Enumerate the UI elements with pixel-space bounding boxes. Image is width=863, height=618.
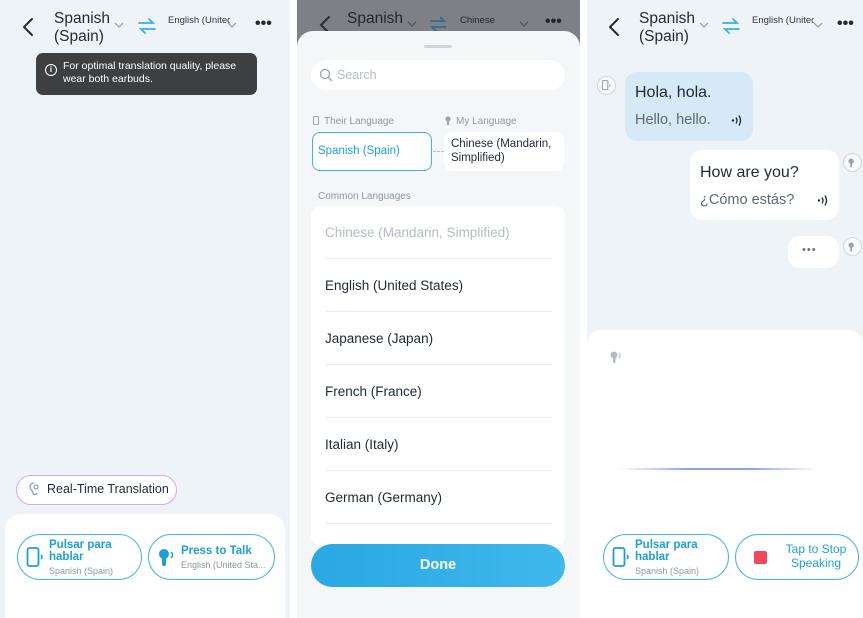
typing-dots: •••	[802, 244, 817, 256]
ptt-my-title: Press to Talk	[181, 545, 252, 557]
my-language-label: My Language	[445, 116, 517, 127]
chevron-down-icon[interactable]	[813, 21, 823, 29]
screen-initial: Spanish (Spain) English (United Stat... …	[0, 0, 290, 618]
search-icon	[319, 68, 333, 82]
my-language-selector[interactable]: English (United Stat...	[168, 15, 230, 26]
language-search-input[interactable]: Search	[311, 60, 565, 90]
phone-speaker-icon	[26, 547, 43, 567]
real-time-translation-button[interactable]: Real-Time Translation	[16, 475, 177, 505]
chevron-down-icon	[519, 21, 529, 27]
their-language-selector: Spanish	[347, 10, 404, 27]
common-languages-label: Common Languages	[318, 191, 411, 202]
more-options-icon[interactable]: •••	[837, 15, 854, 33]
press-to-talk-their-button[interactable]: Pulsar para hablar Spanish (Spain)	[17, 534, 142, 580]
typing-indicator-bubble: •••	[788, 236, 839, 268]
tap-to-stop-button[interactable]: Tap to Stop Speaking	[735, 534, 859, 580]
chevron-down-icon[interactable]	[699, 21, 709, 29]
play-audio-icon[interactable]	[816, 194, 829, 207]
ptt-their-title: Pulsar para hablar	[635, 539, 698, 563]
message-original: Hola, hola.	[635, 84, 712, 101]
toast-text: For optimal translation quality, please …	[63, 60, 237, 85]
chevron-down-icon[interactable]	[114, 21, 124, 29]
earbud-icon	[159, 549, 174, 566]
search-placeholder: Search	[337, 68, 377, 82]
my-language-selector: Chinese	[460, 15, 495, 26]
more-options-icon: •••	[545, 13, 562, 30]
earbud-listening-icon	[610, 351, 621, 363]
real-time-translation-label: Real-Time Translation	[47, 482, 169, 496]
screen-language-picker: Spanish Chinese ••• Search Their Languag…	[297, 0, 580, 618]
back-arrow-icon[interactable]	[604, 16, 626, 38]
tap-to-stop-label: Tap to Stop Speaking	[785, 542, 847, 570]
stop-icon	[754, 551, 767, 564]
chevron-down-icon[interactable]	[227, 21, 237, 29]
language-sheet: Search Their Language My Language Spanis…	[297, 31, 580, 618]
swap-languages-icon[interactable]	[136, 17, 158, 35]
play-audio-icon[interactable]	[730, 114, 743, 127]
ptt-my-language: English (United Sta...	[181, 560, 266, 570]
earbud-icon	[843, 153, 862, 172]
listening-panel: Pulsar para hablar Spanish (Spain) Tap t…	[587, 330, 863, 618]
their-language-label-text: Their Language	[324, 116, 395, 127]
more-options-icon[interactable]: •••	[255, 15, 272, 33]
phone-small-icon	[313, 116, 319, 125]
back-arrow-icon[interactable]	[18, 16, 40, 38]
bottom-controls: Pulsar para hablar Spanish (Spain) Press…	[5, 514, 285, 618]
their-language-selector[interactable]: Spanish (Spain)	[639, 10, 697, 46]
header: Spanish (Spain) English (United Stat... …	[0, 0, 290, 56]
ptt-their-language: Spanish (Spain)	[635, 566, 700, 576]
message-bubble-their: Hola, hola. Hello, hello.	[625, 72, 753, 141]
header: Spanish (Spain) English (United Stat... …	[587, 0, 863, 56]
their-language-option[interactable]: Spanish (Spain)	[312, 132, 432, 171]
audio-waveform	[619, 468, 819, 470]
chevron-down-icon	[407, 21, 417, 27]
phone-speaker-icon	[597, 76, 616, 95]
message-original: How are you?	[700, 164, 799, 181]
ptt-their-title: Pulsar para hablar	[49, 539, 112, 563]
their-language-label: Their Language	[313, 116, 394, 127]
my-language-label-text: My Language	[456, 116, 517, 127]
swap-languages-icon[interactable]	[720, 17, 742, 35]
language-item[interactable]: English (United States)	[325, 259, 552, 312]
message-bubble-mine: How are you? ¿Cómo estás?	[690, 150, 839, 220]
my-language-selector[interactable]: English (United Stat...	[752, 15, 814, 26]
message-translation: Hello, hello.	[635, 112, 711, 128]
info-icon: i	[45, 64, 57, 76]
language-link-arrow	[433, 151, 444, 152]
message-translation: ¿Cómo estás?	[700, 192, 795, 208]
press-to-talk-my-button[interactable]: Press to Talk English (United Sta...	[148, 534, 275, 580]
my-language-option[interactable]: Chinese (Mandarin, Simplified)	[444, 132, 564, 171]
language-item[interactable]: German (Germany)	[325, 471, 552, 524]
translate-hand-icon	[29, 482, 39, 496]
earbuds-tip-toast: i For optimal translation quality, pleas…	[36, 53, 257, 95]
ptt-their-language: Spanish (Spain)	[49, 566, 114, 576]
common-languages-list: Chinese (Mandarin, Simplified) English (…	[311, 206, 565, 546]
sheet-grab-handle[interactable]	[424, 45, 452, 48]
phone-speaker-icon	[612, 547, 629, 567]
done-button[interactable]: Done	[311, 544, 565, 587]
their-language-selector[interactable]: Spanish (Spain)	[54, 10, 112, 46]
language-item[interactable]: Japanese (Japan)	[325, 312, 552, 365]
language-item: Chinese (Mandarin, Simplified)	[325, 206, 552, 259]
screen-conversation: Spanish (Spain) English (United Stat... …	[587, 0, 863, 618]
language-item[interactable]: Italian (Italy)	[325, 418, 552, 471]
earbud-small-icon	[445, 116, 451, 125]
press-to-talk-their-button[interactable]: Pulsar para hablar Spanish (Spain)	[603, 534, 729, 580]
language-item[interactable]: French (France)	[325, 365, 552, 418]
earbud-icon	[843, 237, 862, 256]
